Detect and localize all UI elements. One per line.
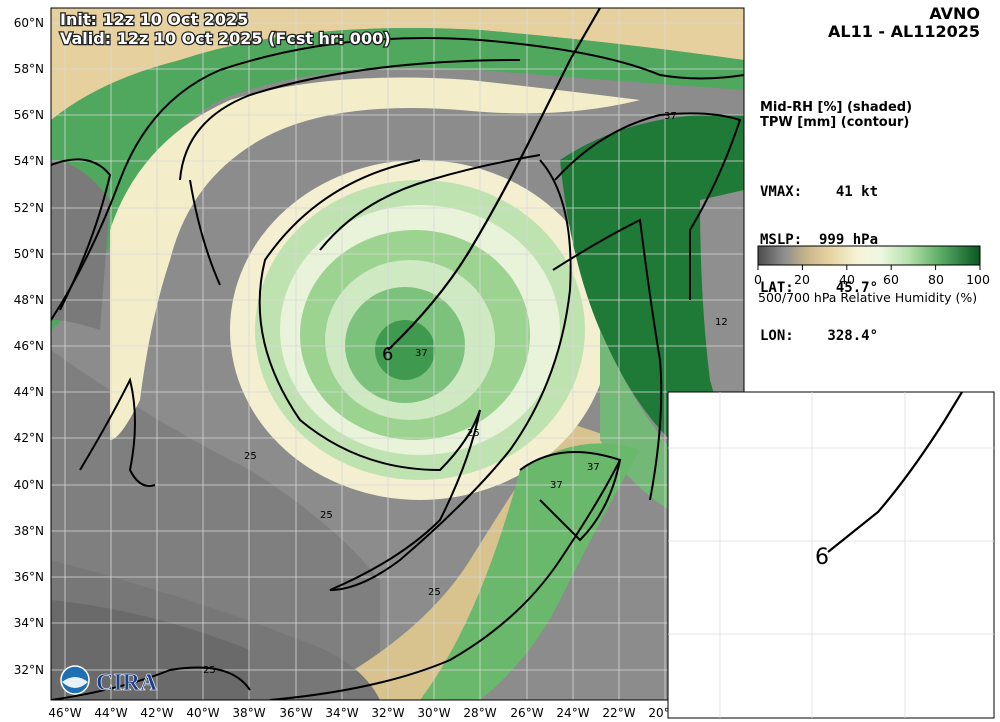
vmax-stat: VMAX: 41 kt <box>760 184 879 200</box>
lon-tick-label: 44°W <box>94 706 127 720</box>
lat-tick-label: 44°N <box>14 385 44 399</box>
lon-tick-label: 46°W <box>48 706 81 720</box>
storm-symbol: 6 <box>382 344 393 365</box>
field-legend: Mid-RH [%] (shaded) TPW [mm] (contour) <box>760 100 912 130</box>
lat-tick-label: 52°N <box>14 201 44 215</box>
colorbar-label: 500/700 hPa Relative Humidity (%) <box>758 290 978 305</box>
contour-label: 12 <box>715 317 728 328</box>
lat-tick-label: 42°N <box>14 431 44 445</box>
inset-panel <box>667 391 995 719</box>
lon-tick-label: 32°W <box>371 706 404 720</box>
colorbar-tick-label: 60 <box>883 272 899 287</box>
lon-tick-label: 28°W <box>463 706 496 720</box>
lon-tick-label: 24°W <box>556 706 589 720</box>
lon-tick-label: 26°W <box>510 706 543 720</box>
colorbar-tick-label: 40 <box>839 272 855 287</box>
contour-label: 25 <box>244 451 257 462</box>
colorbar-tick-label: 100 <box>966 272 990 287</box>
mslp-stat: MSLP: 999 hPa <box>760 232 879 248</box>
lon-stat: LON: 328.4° <box>760 328 879 344</box>
valid-label: Valid: 12z 10 Oct 2025 (Fcst hr: 000) <box>60 29 391 48</box>
lon-tick-label: 38°W <box>232 706 265 720</box>
lat-tick-label: 54°N <box>14 154 44 168</box>
inset-storm-symbol: 6 <box>815 545 829 570</box>
contour-label: 37 <box>664 111 677 122</box>
contour-label: 25 <box>428 587 441 598</box>
lon-tick-label: 22°W <box>602 706 635 720</box>
contour-label: 25 <box>320 510 333 521</box>
rh-shading <box>51 8 744 700</box>
lat-tick-label: 32°N <box>14 663 44 677</box>
model-header: AVNO AL11 - AL112025 <box>828 5 980 41</box>
colorbar-tick-label: 0 <box>754 272 762 287</box>
lon-axis: 46°W 44°W 42°W 40°W 38°W 36°W 34°W 32°W … <box>48 706 681 720</box>
cira-logo: CIRA <box>96 670 158 696</box>
lat-axis: 60°N 58°N 56°N 54°N 52°N 50°N 48°N 46°N … <box>14 16 44 677</box>
contour-label: 37 <box>550 480 563 491</box>
lat-tick-label: 34°N <box>14 616 44 630</box>
contour-label: 37 <box>587 462 600 473</box>
model-name: AVNO <box>929 4 980 23</box>
lat-tick-label: 48°N <box>14 293 44 307</box>
lat-tick-label: 38°N <box>14 524 44 538</box>
lat-tick-label: 56°N <box>14 108 44 122</box>
lon-tick-label: 34°W <box>325 706 358 720</box>
lat-tick-label: 40°N <box>14 478 44 492</box>
lat-tick-label: 60°N <box>14 16 44 30</box>
colorbar-tick-label: 80 <box>928 272 944 287</box>
lon-tick-label: 36°W <box>279 706 312 720</box>
lat-tick-label: 36°N <box>14 570 44 584</box>
contour-field-label: TPW [mm] (contour) <box>760 115 910 130</box>
storm-id: AL11 - AL112025 <box>828 22 980 41</box>
lon-tick-label: 40°W <box>186 706 219 720</box>
lat-tick-label: 50°N <box>14 247 44 261</box>
lat-tick-label: 58°N <box>14 62 44 76</box>
shaded-field-label: Mid-RH [%] (shaded) <box>760 100 913 115</box>
noaa-logo <box>60 665 90 695</box>
contour-label: 25 <box>203 665 216 676</box>
storm-stats: VMAX: 41 kt MSLP: 999 hPa LAT: 45.7° LON… <box>760 152 878 360</box>
contour-label: 37 <box>415 348 428 359</box>
colorbar-tick-label: 20 <box>794 272 810 287</box>
lon-tick-label: 42°W <box>140 706 173 720</box>
lat-tick-label: 46°N <box>14 339 44 353</box>
lon-tick-label: 30°W <box>417 706 450 720</box>
init-label: Init: 12z 10 Oct 2025 <box>60 10 248 29</box>
contour-label: 25 <box>467 428 480 439</box>
